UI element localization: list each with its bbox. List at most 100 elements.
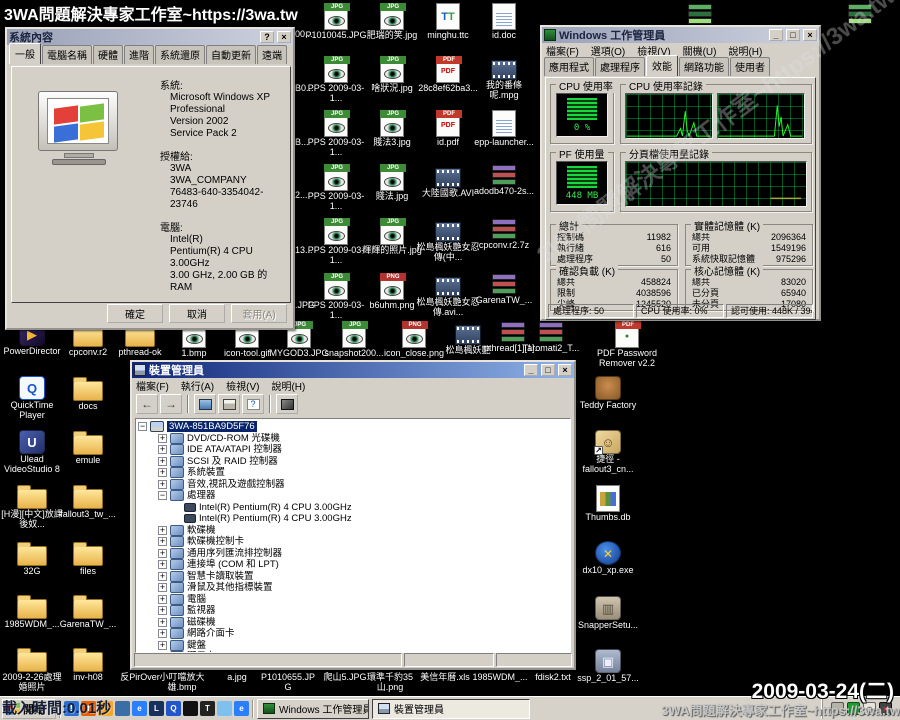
menu-item[interactable]: 說明(H)	[728, 43, 762, 58]
forward-icon[interactable]: →	[160, 394, 182, 414]
desktop-icon-label[interactable]: 美信年曆.xls	[417, 672, 473, 682]
maximize-icon[interactable]: □	[541, 364, 555, 376]
desktop-icon-label[interactable]: B...	[295, 137, 321, 147]
desktop-icon[interactable]: docs	[56, 374, 120, 411]
tree-item[interactable]: Intel(R) Pentium(R) 4 CPU 3.00GHz	[138, 502, 570, 514]
desktop-icon[interactable]: Taromati2_T...	[519, 320, 583, 353]
tab-進階[interactable]: 進階	[124, 45, 154, 64]
desktop-icon[interactable]	[828, 2, 892, 25]
tree-item[interactable]: +軟碟機	[138, 525, 570, 537]
desktop-icon[interactable]: 32G	[0, 539, 64, 576]
desktop-icon-label[interactable]: fdisk2.txt	[525, 672, 581, 682]
menu-item[interactable]: 執行(A)	[181, 378, 214, 393]
tree-item[interactable]: +連接埠 (COM 和 LPT)	[138, 559, 570, 571]
desktop-icon[interactable]: adodb470-2s...	[472, 163, 536, 196]
desktop-icon[interactable]: 大陸國歌.AVI	[416, 163, 480, 198]
tab-硬體[interactable]: 硬體	[93, 45, 123, 64]
tab-網路功能[interactable]: 網路功能	[679, 57, 729, 76]
desktop-icon[interactable]: fallout3_tw_...	[56, 482, 120, 519]
minimize-icon[interactable]: _	[524, 364, 538, 376]
menu-item[interactable]: 選項(O)	[591, 43, 625, 58]
desktop-icon[interactable]: ☺↗捷徑 - fallout3_cn...	[576, 428, 640, 474]
desktop-icon[interactable]: JPGPPS 2009-03-1...	[304, 109, 368, 157]
cancel-button[interactable]: 取消	[169, 304, 225, 323]
close-icon[interactable]: ×	[558, 364, 572, 376]
desktop-icon[interactable]: files	[56, 539, 120, 576]
desktop-icon-label[interactable]: 00...	[295, 29, 321, 39]
tree-item[interactable]: +監視器	[138, 605, 570, 617]
taskbar-button-1[interactable]: Windows 工作管理員	[257, 699, 369, 719]
ie2-icon[interactable]: e	[234, 701, 249, 716]
desktop-icon[interactable]: GarenaTW_...	[472, 272, 536, 305]
desktop-icon[interactable]: JPG肥瑞的笑.jpg	[360, 2, 424, 40]
desktop-icon[interactable]: cpconv.r2.7z	[472, 217, 536, 250]
tree-root[interactable]: −3WA-851BA9D5F76	[138, 421, 570, 433]
quicktime-icon[interactable]: Q	[166, 701, 181, 716]
tab-遠端[interactable]: 遠端	[257, 45, 287, 64]
close-icon[interactable]: ×	[277, 31, 291, 43]
desktop-icon[interactable]: Thumbs.db	[576, 484, 640, 522]
desktop-icon[interactable]: 2009-2-26處理婚照片	[0, 645, 64, 692]
print-icon[interactable]	[218, 394, 240, 414]
tree-item[interactable]: +磁碟機	[138, 617, 570, 629]
desktop-icon-label[interactable]: a.jpg	[209, 672, 265, 682]
system-properties-titlebar[interactable]: 系統內容 ? ×	[7, 29, 293, 45]
messenger-icon[interactable]	[217, 701, 232, 716]
minimize-icon[interactable]: _	[769, 29, 783, 41]
tab-使用者[interactable]: 使用者	[730, 57, 770, 76]
desktop-icon[interactable]: ▣ssp_2_01_57...	[576, 647, 640, 683]
tree-item[interactable]: +電腦	[138, 594, 570, 606]
scan-hardware-icon[interactable]	[276, 394, 298, 414]
font-tool-icon[interactable]: T	[200, 701, 215, 716]
desktop-icon[interactable]: JPG輝輝的照片.jpg	[360, 217, 424, 255]
tree-item[interactable]: +SCSI 及 RAID 控制器	[138, 456, 570, 468]
tab-效能[interactable]: 效能	[646, 55, 678, 76]
desktop-icon[interactable]: JPGsnapshot200...	[322, 320, 386, 358]
desktop-icon-label[interactable]: 小叮噹放大雄.bmp	[154, 672, 210, 692]
desktop-icon-label[interactable]: 13...	[295, 245, 321, 255]
close-icon[interactable]: ×	[803, 29, 817, 41]
desktop-icon[interactable]: emule	[56, 428, 120, 465]
desktop-icon[interactable]: JPG賤法.jpg	[360, 163, 424, 201]
desktop-icon[interactable]: UUlead VideoStudio 8	[0, 428, 64, 474]
tree-item[interactable]: +DVD/CD-ROM 光碟機	[138, 433, 570, 445]
desktop-icon[interactable]: PDFPDFid.pdf	[416, 109, 480, 147]
desktop-icon[interactable]: inv-h08	[56, 645, 120, 682]
menu-item[interactable]: 檔案(F)	[136, 378, 169, 393]
desktop-icon[interactable]: JPGPPS 2009-03-1...	[304, 217, 368, 265]
device-manager-titlebar[interactable]: 裝置管理員 _ □ ×	[132, 362, 574, 378]
tree-item[interactable]: +軟碟機控制卡	[138, 536, 570, 548]
tab-應用程式[interactable]: 應用程式	[544, 57, 594, 76]
properties-icon[interactable]: ?	[242, 394, 264, 414]
desktop-icon[interactable]: epp-launcher...	[472, 109, 536, 147]
desktop-icon[interactable]: 我的番條呢.mpg	[472, 55, 536, 100]
tab-自動更新[interactable]: 自動更新	[206, 45, 256, 64]
desktop-icon[interactable]: ▥SnapperSetu...	[576, 594, 640, 630]
desktop-icon[interactable]: QQuickTime Player	[0, 374, 64, 420]
tree-item[interactable]: −處理器	[138, 490, 570, 502]
desktop-icon[interactable]: GarenaTW_...	[56, 592, 120, 629]
desktop-icon-label[interactable]: 1985WDM_...	[472, 672, 528, 682]
network-icon[interactable]	[115, 701, 130, 716]
desktop-icon[interactable]: JPGPPS 2009-03-1...	[304, 163, 368, 211]
help-button[interactable]: ?	[260, 31, 274, 43]
show-window-icon[interactable]	[194, 394, 216, 414]
desktop-icon[interactable]: JPG啥狀況.jpg	[360, 55, 424, 93]
back-icon[interactable]: ←	[136, 394, 158, 414]
tree-item[interactable]: +網路介面卡	[138, 628, 570, 640]
tab-系統還原[interactable]: 系統還原	[155, 45, 205, 64]
desktop-icon-label[interactable]: 環準千豹35山.png	[362, 672, 418, 692]
tree-item[interactable]: +系統裝置	[138, 467, 570, 479]
desktop-icon[interactable]: JPG賤法3.jpg	[360, 109, 424, 147]
menu-item[interactable]: 說明(H)	[271, 378, 305, 393]
taskbar-button-2[interactable]: 裝置管理員	[372, 699, 530, 719]
tab-處理程序[interactable]: 處理程序	[595, 57, 645, 76]
desktop-icon[interactable]: PDF●PDF Password Remover v2.2	[595, 320, 659, 368]
desktop-icon-label[interactable]: 2...	[295, 190, 321, 200]
menu-item[interactable]: 關機(U)	[683, 43, 717, 58]
tab-電腦名稱[interactable]: 電腦名稱	[42, 45, 92, 64]
task-manager-titlebar[interactable]: Windows 工作管理員 _ □ ×	[542, 27, 819, 43]
media-player-icon[interactable]	[183, 701, 198, 716]
ok-button[interactable]: 確定	[107, 304, 163, 323]
desktop-icon[interactable]: JPGPPS 2009-03-1...	[304, 272, 368, 320]
